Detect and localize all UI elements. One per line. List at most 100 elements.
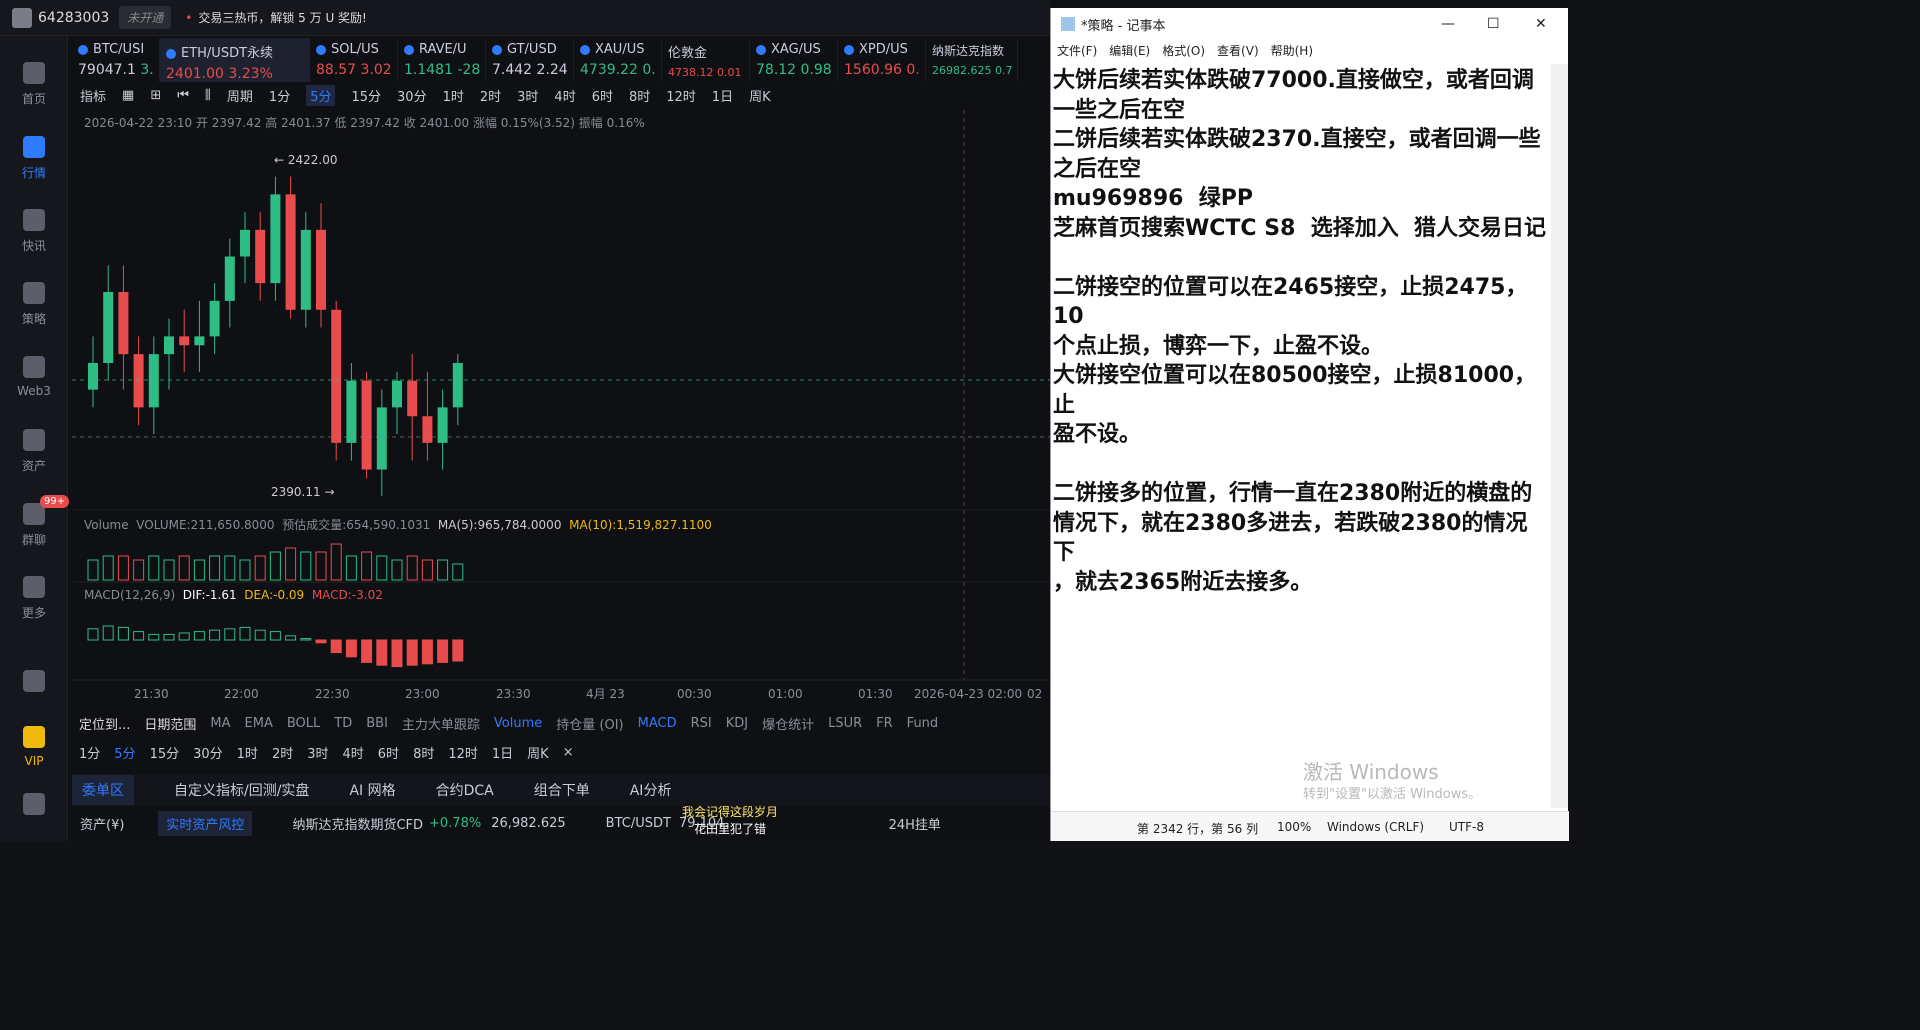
period-1h[interactable]: 1时 bbox=[443, 86, 464, 105]
ind-td[interactable]: TD bbox=[334, 716, 352, 731]
rewind-icon[interactable]: ⏮ bbox=[177, 88, 189, 103]
period-30m[interactable]: 30分 bbox=[397, 86, 427, 105]
ticker-xau[interactable]: XAU/US 4739.22 0. bbox=[574, 38, 662, 82]
ticker-gt[interactable]: GT/USD 7.442 2.24 bbox=[486, 38, 574, 82]
per-1h[interactable]: 1时 bbox=[237, 743, 258, 762]
macd-bar bbox=[315, 639, 327, 644]
tab-dca[interactable]: 合约DCA bbox=[436, 780, 494, 800]
ind-fund[interactable]: Fund bbox=[907, 716, 939, 731]
minimize-button[interactable]: — bbox=[1441, 16, 1455, 32]
period-8h[interactable]: 8时 bbox=[629, 86, 650, 105]
per-2h[interactable]: 2时 bbox=[272, 743, 293, 762]
per-5m[interactable]: 5分 bbox=[114, 743, 135, 762]
period-6h[interactable]: 6时 bbox=[592, 86, 613, 105]
per-1m[interactable]: 1分 bbox=[79, 743, 100, 762]
maximize-button[interactable]: ☐ bbox=[1487, 16, 1500, 32]
locate-button[interactable]: 定位到... bbox=[79, 714, 130, 733]
candle-type-icon[interactable]: ⫼ bbox=[205, 88, 211, 103]
sidebar-item-vip[interactable]: VIP bbox=[0, 726, 68, 768]
tab-ai-analysis[interactable]: AI分析 bbox=[630, 780, 672, 800]
sidebar-item-phone[interactable] bbox=[0, 670, 68, 698]
period-12h[interactable]: 12时 bbox=[666, 86, 696, 105]
per-4h[interactable]: 4时 bbox=[343, 743, 364, 762]
period-2h[interactable]: 2时 bbox=[480, 86, 501, 105]
menu-view[interactable]: 查看(V) bbox=[1217, 42, 1259, 59]
ticker-eth[interactable]: ETH/USDT永续 2401.00 3.23% bbox=[160, 38, 310, 82]
ind-main-orders[interactable]: 主力大单跟踪 bbox=[402, 714, 480, 733]
ind-ma[interactable]: MA bbox=[210, 716, 230, 731]
ind-fr[interactable]: FR bbox=[876, 716, 893, 731]
tab-orders[interactable]: 委单区 bbox=[72, 775, 134, 805]
ind-boll[interactable]: BOLL bbox=[287, 716, 320, 731]
pending-orders-label[interactable]: 24H挂单 bbox=[889, 814, 941, 833]
sidebar-item-strategy[interactable]: 策略 bbox=[0, 282, 68, 327]
indicator-button[interactable]: 指标 bbox=[80, 86, 106, 105]
sidebar-item-assets[interactable]: 资产 bbox=[0, 429, 68, 474]
per-1w[interactable]: 周K bbox=[527, 743, 549, 762]
sidebar-item-home[interactable]: 首页 bbox=[0, 62, 68, 107]
per-6h[interactable]: 6时 bbox=[378, 743, 399, 762]
menu-file[interactable]: 文件(F) bbox=[1057, 42, 1097, 59]
not-open-badge[interactable]: 未开通 bbox=[119, 6, 172, 29]
period-15m[interactable]: 15分 bbox=[351, 86, 381, 105]
ticker-xag[interactable]: XAG/US 78.12 0.98 bbox=[750, 38, 838, 82]
sidebar-item-settings[interactable] bbox=[0, 793, 68, 821]
nasdaq-label[interactable]: 纳斯达克指数期货CFD bbox=[292, 814, 423, 833]
per-8h[interactable]: 8时 bbox=[413, 743, 434, 762]
per-30m[interactable]: 30分 bbox=[193, 743, 223, 762]
period-3h[interactable]: 3时 bbox=[517, 86, 538, 105]
avatar[interactable] bbox=[12, 8, 32, 28]
per-12h[interactable]: 12时 bbox=[448, 743, 478, 762]
ind-liquidation[interactable]: 爆仓统计 bbox=[762, 714, 814, 733]
per-1d[interactable]: 1日 bbox=[492, 743, 513, 762]
sidebar-item-market[interactable]: 行情 bbox=[0, 136, 68, 181]
per-3h[interactable]: 3时 bbox=[307, 743, 328, 762]
sidebar-item-web3[interactable]: Web3 bbox=[0, 356, 68, 398]
tab-combo-order[interactable]: 组合下单 bbox=[534, 780, 590, 800]
candlestick-chart[interactable]: ← 2422.00 2390.11 → 21:30 22:00 22:30 23:00… bbox=[72, 110, 1050, 710]
date-range-dropdown[interactable]: 日期范围 bbox=[144, 714, 196, 733]
sidebar-item-news[interactable]: 快讯 bbox=[0, 209, 68, 254]
ticker-xpd[interactable]: XPD/US 1560.96 0. bbox=[838, 38, 926, 82]
ticker-rave[interactable]: RAVE/U 1.1481 -28 bbox=[398, 38, 486, 82]
promo-banner[interactable]: 交易三热币，解锁 5 万 U 奖励! bbox=[185, 9, 367, 26]
tab-ai-grid[interactable]: AI 网格 bbox=[349, 780, 395, 800]
menu-edit[interactable]: 编辑(E) bbox=[1109, 42, 1150, 59]
vertical-scrollbar[interactable] bbox=[1551, 64, 1568, 808]
ind-oi[interactable]: 持仓量 (OI) bbox=[556, 714, 623, 733]
layout-icon[interactable]: ▦ bbox=[122, 88, 134, 103]
close-icon[interactable]: × bbox=[563, 745, 574, 760]
ind-kdj[interactable]: KDJ bbox=[726, 716, 748, 731]
menu-help[interactable]: 帮助(H) bbox=[1271, 42, 1313, 59]
ticker-nasdaq[interactable]: 纳斯达克指数 26982.625 0.7 bbox=[926, 38, 1018, 82]
candle-body bbox=[361, 380, 372, 470]
tab-custom-indicators[interactable]: 自定义指标/回测/实盘 bbox=[174, 780, 309, 800]
period-dropdown[interactable]: 周期 bbox=[227, 86, 253, 105]
period-5m[interactable]: 5分 bbox=[306, 84, 336, 106]
ind-lsur[interactable]: LSUR bbox=[828, 716, 862, 731]
btc-label[interactable]: BTC/USDT bbox=[606, 816, 671, 831]
period-1m[interactable]: 1分 bbox=[269, 86, 290, 105]
period-4h[interactable]: 4时 bbox=[554, 86, 575, 105]
period-1w[interactable]: 周K bbox=[749, 86, 771, 105]
chat-badge: 99+ bbox=[40, 495, 70, 508]
period-1d[interactable]: 1日 bbox=[712, 86, 733, 105]
risk-control-button[interactable]: 实时资产风控 bbox=[158, 810, 253, 836]
per-15m[interactable]: 15分 bbox=[150, 743, 180, 762]
ind-ema[interactable]: EMA bbox=[245, 716, 273, 731]
sidebar-item-more[interactable]: 更多 bbox=[0, 576, 68, 621]
ticker-btc[interactable]: BTC/USI 79047.1 3. bbox=[72, 38, 160, 82]
ticker-sol[interactable]: SOL/US 88.57 3.02 bbox=[310, 38, 398, 82]
menu-format[interactable]: 格式(O) bbox=[1162, 42, 1205, 59]
sidebar-item-chat[interactable]: 群聊 99+ bbox=[0, 495, 70, 548]
notepad-window: *策略 - 记事本 — ☐ ✕ 文件(F) 编辑(E) 格式(O) 查看(V) … bbox=[1050, 8, 1569, 841]
ticker-london-gold[interactable]: 伦敦金 4738.12 0.01 bbox=[662, 38, 750, 82]
ind-macd[interactable]: MACD bbox=[638, 716, 677, 731]
ind-volume[interactable]: Volume bbox=[494, 716, 542, 731]
notepad-text-area[interactable]: 大饼后续若实体跌破77000.直接做空，或者回调 一些之后在空 二饼后续若实体跌… bbox=[1053, 66, 1549, 806]
ind-rsi[interactable]: RSI bbox=[691, 716, 712, 731]
grid-icon[interactable]: ⊞ bbox=[150, 88, 161, 103]
ind-bbi[interactable]: BBI bbox=[366, 716, 388, 731]
candle-body bbox=[437, 407, 448, 443]
close-button[interactable]: ✕ bbox=[1535, 16, 1547, 32]
